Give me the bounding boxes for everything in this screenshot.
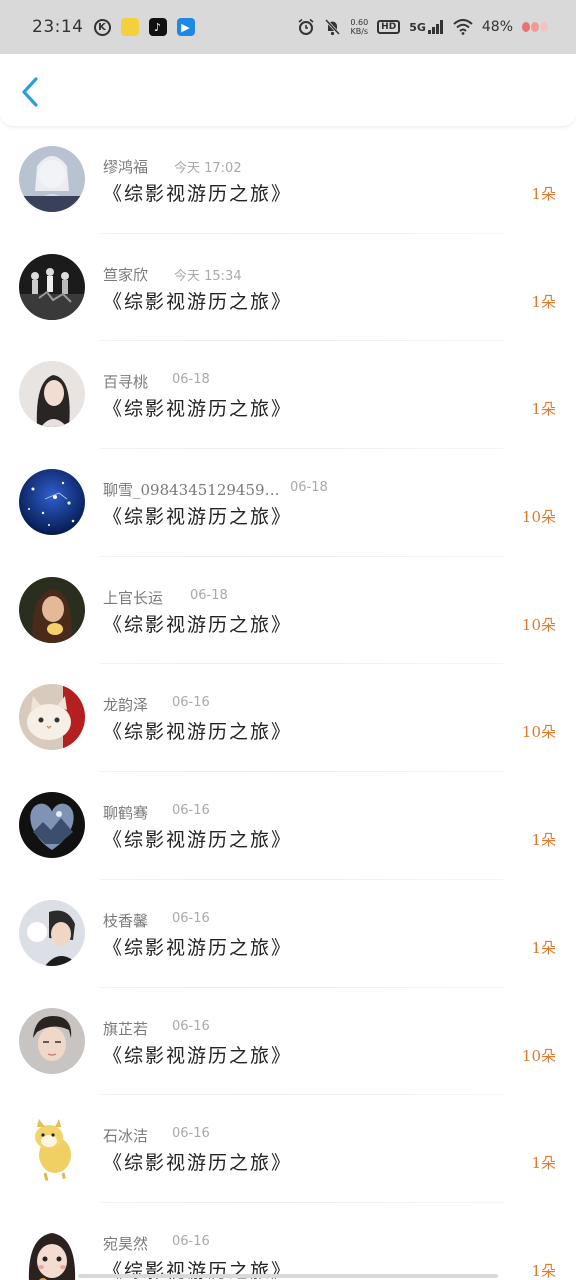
mute-bell-icon — [325, 18, 341, 36]
network-type: 5G — [409, 21, 426, 34]
book-title: 《综影视游历之旅》 — [103, 936, 293, 959]
tiktok-icon: ♪ — [148, 18, 167, 36]
status-right: 0.60 KB/s HD 5G 48% — [297, 18, 548, 36]
flower-count: 10朵 — [521, 615, 556, 634]
list-item[interactable]: 宛昊然 06-16 《综影视游历之旅》 1朵 — [0, 1203, 576, 1280]
send-time: 06-16 — [172, 1233, 210, 1249]
send-time: 06-16 — [172, 803, 210, 819]
avatar[interactable] — [19, 1115, 85, 1182]
sender-name: 笪家欣 — [103, 265, 149, 284]
video-app-icon: ▶ — [176, 18, 195, 36]
sender-name: 百寻桃 — [103, 373, 149, 392]
battery-percent: 48% — [481, 19, 513, 35]
notification-dots-icon — [522, 22, 548, 32]
list-item[interactable]: 枝香馨 06-16 《综影视游历之旅》 1朵 — [0, 880, 576, 988]
book-title: 《综影视游历之旅》 — [103, 506, 293, 529]
top-app-bar — [0, 54, 576, 126]
back-button[interactable] — [18, 76, 46, 108]
list-item[interactable]: 聊鹤骞 06-16 《综影视游历之旅》 1朵 — [0, 772, 576, 880]
app-notification-icon — [120, 18, 139, 36]
sender-name: 枝香馨 — [103, 911, 149, 930]
sender-name: 龙韵泽 — [103, 696, 149, 715]
flower-count: 1朵 — [531, 831, 556, 850]
book-title: 《综影视游历之旅》 — [103, 613, 293, 636]
avatar[interactable] — [19, 469, 85, 536]
avatar[interactable] — [19, 576, 85, 643]
list-item[interactable]: 旗芷若 06-16 《综影视游历之旅》 10朵 — [0, 988, 576, 1096]
avatar[interactable] — [19, 684, 85, 751]
status-left: 23:14 K ♪ ▶ — [32, 17, 195, 37]
list-item[interactable]: 石冰洁 06-16 《综影视游历之旅》 1朵 — [0, 1095, 576, 1203]
avatar[interactable] — [19, 253, 85, 320]
list-item[interactable]: 上官长运 06-18 《综影视游历之旅》 10朵 — [0, 557, 576, 665]
avatar[interactable] — [19, 146, 85, 212]
status-time: 23:14 — [32, 17, 84, 37]
book-title: 《综影视游历之旅》 — [103, 829, 293, 852]
book-title: 《综影视游历之旅》 — [103, 183, 293, 205]
list-item[interactable]: 聊雪_0984345129459… 06-18 《综影视游历之旅》 10朵 — [0, 449, 576, 557]
send-time: 06-16 — [172, 910, 210, 926]
k-app-icon: K — [93, 18, 111, 36]
flower-count: 10朵 — [521, 508, 556, 527]
sender-name: 缪鸿福 — [103, 158, 149, 176]
hd-badge: HD — [377, 20, 401, 34]
sender-name: 石冰洁 — [103, 1127, 149, 1146]
book-title: 《综影视游历之旅》 — [103, 721, 293, 744]
sender-name: 聊鹤骞 — [103, 804, 149, 823]
network-speed-unit: KB/s — [350, 27, 369, 36]
network-speed-value: 0.60 — [350, 18, 369, 27]
send-time: 06-18 — [172, 372, 210, 388]
signal-icon: 5G — [409, 20, 444, 34]
network-speed: 0.60 KB/s — [350, 18, 368, 36]
flower-count: 1朵 — [531, 1261, 556, 1280]
flower-count: 1朵 — [531, 1154, 556, 1173]
send-time: 06-18 — [290, 480, 328, 496]
avatar[interactable] — [19, 899, 85, 966]
send-time: 今天 15:34 — [174, 268, 242, 284]
sender-name: 旗芷若 — [103, 1019, 149, 1038]
list-item[interactable]: 缪鸿福 今天 17:02 《综影视游历之旅》 1朵 — [0, 126, 576, 234]
avatar[interactable] — [19, 792, 85, 859]
book-title: 《综影视游历之旅》 — [103, 1152, 293, 1175]
send-time: 06-16 — [172, 1126, 210, 1142]
send-time: 今天 17:02 — [174, 161, 242, 176]
alarm-icon — [298, 18, 314, 35]
status-bar: 23:14 K ♪ ▶ 0.60 KB/s HD 5G 48% — [0, 0, 576, 54]
avatar[interactable] — [19, 361, 85, 428]
scroll-indicator — [78, 1274, 498, 1278]
book-title: 《综影视游历之旅》 — [103, 1044, 293, 1067]
flower-count: 1朵 — [531, 400, 556, 419]
book-title: 《综影视游历之旅》 — [103, 290, 293, 313]
sender-name: 上官长运 — [103, 588, 164, 607]
flower-count: 1朵 — [531, 938, 556, 957]
list-item[interactable]: 龙韵泽 06-16 《综影视游历之旅》 10朵 — [0, 664, 576, 773]
sender-name: 宛昊然 — [103, 1234, 149, 1253]
send-time: 06-18 — [190, 587, 228, 603]
gift-list: 缪鸿福 今天 17:02 《综影视游历之旅》 1朵 笪家欣 今天 15:34 《… — [0, 126, 576, 1280]
book-title: 《综影视游历之旅》 — [103, 398, 293, 421]
sender-name: 聊雪_0984345129459… — [103, 481, 280, 500]
send-time: 06-16 — [172, 695, 210, 711]
avatar[interactable] — [19, 1007, 85, 1074]
send-time: 06-16 — [172, 1018, 210, 1034]
wifi-icon — [453, 19, 473, 35]
flower-count: 10朵 — [521, 1046, 556, 1065]
list-item[interactable]: 百寻桃 06-18 《综影视游历之旅》 1朵 — [0, 341, 576, 450]
flower-count: 1朵 — [531, 292, 556, 311]
avatar[interactable] — [19, 1222, 85, 1280]
list-item[interactable]: 笪家欣 今天 15:34 《综影视游历之旅》 1朵 — [0, 234, 576, 342]
flower-count: 10朵 — [521, 723, 556, 742]
flower-count: 1朵 — [531, 185, 556, 203]
chevron-left-icon — [22, 77, 38, 107]
